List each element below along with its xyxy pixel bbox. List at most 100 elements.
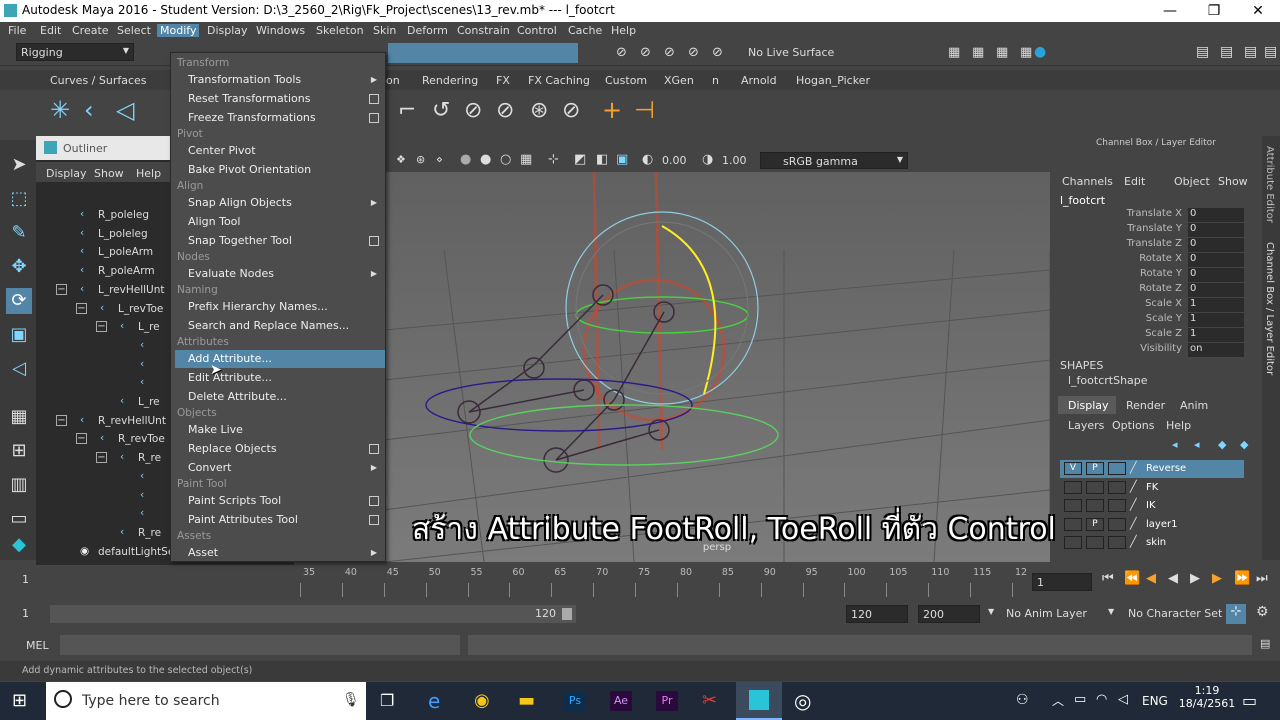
workspace-icon[interactable]: ▤ xyxy=(1196,44,1209,60)
xray-joints-icon[interactable]: ◧ xyxy=(596,152,608,167)
menu-item-snap-align-objects[interactable]: Snap Align Objects ▶ xyxy=(175,194,385,212)
collapse-icon[interactable]: − xyxy=(76,433,87,445)
viewport-3d[interactable]: persp xyxy=(384,150,1050,562)
layer-tab-render[interactable]: Render xyxy=(1126,399,1165,412)
channel-value[interactable]: 1 xyxy=(1188,313,1244,327)
layer-visibility-toggle[interactable] xyxy=(1064,480,1082,494)
gamma-value[interactable]: 1.00 xyxy=(722,154,747,167)
add-influence-icon[interactable]: + xyxy=(602,96,622,124)
option-box-icon[interactable] xyxy=(369,113,379,123)
snap-to-curve-icon[interactable]: ⊘ xyxy=(640,45,651,60)
character-set-label[interactable]: No Character Set xyxy=(1128,607,1222,620)
create-joint-icon[interactable]: ✳ xyxy=(50,96,70,124)
command-input[interactable] xyxy=(60,635,460,655)
shelf-tab-rendering[interactable]: Rendering xyxy=(422,74,478,87)
menu-constrain[interactable]: Constrain xyxy=(457,24,510,37)
attribute-editor-tab[interactable]: Attribute Editor xyxy=(1264,146,1275,223)
menu-select[interactable]: Select xyxy=(117,24,151,37)
menu-skeleton[interactable]: Skeleton xyxy=(316,24,364,37)
preferences-icon[interactable]: ⚙ xyxy=(1256,604,1269,620)
channel-row[interactable]: Rotate Y 0 xyxy=(1052,268,1262,283)
move-layer-down-icon[interactable]: ◂ xyxy=(1194,438,1200,451)
point-constraint-icon[interactable]: ↺ xyxy=(432,98,450,123)
channel-value[interactable]: 0 xyxy=(1188,253,1244,267)
option-box-icon[interactable] xyxy=(369,496,379,506)
shadows-icon[interactable]: ● xyxy=(480,152,491,167)
channel-row[interactable]: Visibility on xyxy=(1052,343,1262,358)
current-frame-field[interactable]: 1 xyxy=(1032,573,1092,591)
maya-home-icon[interactable]: ◆ xyxy=(6,532,32,558)
layout-four-icon[interactable]: ⊞ xyxy=(6,438,32,464)
shelf-tab-n[interactable]: n xyxy=(712,74,719,87)
snap-to-grid-icon[interactable]: ⊘ xyxy=(616,45,627,60)
step-back-frame-icon[interactable]: ◀ xyxy=(1146,571,1156,586)
show-hidden-icons[interactable]: ︿ xyxy=(1052,692,1064,709)
playback-end-field[interactable]: 120 xyxy=(846,605,908,623)
outliner-menu-display[interactable]: Display xyxy=(46,167,87,180)
menu-item-freeze-transformations[interactable]: Freeze Transformations xyxy=(175,109,385,127)
windows-start-icon[interactable]: ⊞ xyxy=(12,690,27,711)
range-slider-bar[interactable]: 120 xyxy=(50,605,576,623)
shelf-tab-curves-surfaces[interactable]: Curves / Surfaces xyxy=(50,74,147,87)
menu-display[interactable]: Display xyxy=(207,24,248,37)
ik-handle-icon[interactable]: ‹ xyxy=(84,96,94,124)
layer-tab-display[interactable]: Display xyxy=(1068,399,1109,412)
channel-box-toggle-icon[interactable]: ▤ xyxy=(1264,44,1277,60)
outliner-menu-help[interactable]: Help xyxy=(136,167,161,180)
shelf-tab-arnold[interactable]: Arnold xyxy=(741,74,777,87)
orient-constraint-icon[interactable]: ⊘ xyxy=(464,98,482,123)
layout-outliner-icon[interactable]: ▭ xyxy=(6,506,32,532)
menu-modify[interactable]: Modify xyxy=(157,24,200,37)
menu-help[interactable]: Help xyxy=(611,24,636,37)
menu-item-align-tool[interactable]: Align Tool xyxy=(175,213,385,231)
edge-icon[interactable]: e xyxy=(428,689,440,713)
menu-item-prefix-hierarchy-names[interactable]: Prefix Hierarchy Names... xyxy=(175,298,385,316)
shelf-tab-fx[interactable]: FX xyxy=(496,74,510,87)
exposure-icon[interactable]: ◐ xyxy=(642,152,653,167)
layout-single-icon[interactable]: ▦ xyxy=(6,404,32,430)
layer-playback-toggle[interactable] xyxy=(1086,480,1104,494)
notifications-icon[interactable]: ▭ xyxy=(1242,691,1257,710)
render-settings-icon[interactable]: ▦ xyxy=(1020,45,1032,60)
gamma-icon[interactable]: ◑ xyxy=(702,152,713,167)
menu-item-add-attribute[interactable]: Add Attribute... xyxy=(175,350,385,368)
last-tool-icon[interactable]: ◁ xyxy=(6,356,32,382)
hypershade-icon[interactable]: ● xyxy=(1034,44,1046,60)
snap-to-surface-icon[interactable]: ⊘ xyxy=(712,45,723,60)
layer-menu-layers[interactable]: Layers xyxy=(1068,419,1104,432)
auto-key-icon[interactable]: ⊹ xyxy=(1226,604,1246,624)
collapse-icon[interactable]: − xyxy=(56,283,67,295)
menu-item-bake-pivot-orientation[interactable]: Bake Pivot Orientation xyxy=(175,161,385,179)
menu-set-dropdown[interactable]: Rigging ▼ xyxy=(16,43,134,61)
step-forward-key-icon[interactable]: ⏩ xyxy=(1234,571,1250,586)
parent-constraint-icon[interactable]: ⌐ xyxy=(398,98,416,123)
outliner-menu-show[interactable]: Show xyxy=(94,167,124,180)
shelf-tab-fx-caching[interactable]: FX Caching xyxy=(528,74,590,87)
xray-icon[interactable]: ◩ xyxy=(574,152,586,167)
premiere-icon[interactable]: Pr xyxy=(656,691,678,711)
channel-value[interactable]: on xyxy=(1188,343,1244,357)
scale-constraint-icon[interactable]: ⊘ xyxy=(496,98,514,123)
menu-skin[interactable]: Skin xyxy=(373,24,396,37)
layer-color-swatch[interactable] xyxy=(1108,480,1126,494)
chevron-down-icon[interactable]: ▼ xyxy=(1108,607,1114,616)
play-backward-icon[interactable]: ◀ xyxy=(1168,571,1178,586)
collapse-icon[interactable]: − xyxy=(96,452,107,464)
layer-color-swatch[interactable] xyxy=(1108,499,1126,512)
maya-taskbar-button[interactable] xyxy=(736,682,782,720)
channel-value[interactable]: 0 xyxy=(1188,208,1244,222)
option-box-icon[interactable] xyxy=(369,515,379,525)
step-forward-frame-icon[interactable]: ▶ xyxy=(1212,571,1222,586)
select-tool-icon[interactable]: ➤ xyxy=(6,152,32,178)
script-editor-icon[interactable]: ▤ xyxy=(1260,637,1270,650)
shelf-tab-animation[interactable]: on xyxy=(386,74,400,87)
anim-layer-label[interactable]: No Anim Layer xyxy=(1006,607,1087,620)
channel-row[interactable]: Translate X 0 xyxy=(1052,208,1262,223)
channel-menu-show[interactable]: Show xyxy=(1218,175,1248,188)
channel-value[interactable]: 0 xyxy=(1188,223,1244,237)
go-to-end-icon[interactable]: ⏭ xyxy=(1256,571,1268,586)
channel-value[interactable]: 1 xyxy=(1188,328,1244,342)
range-handle[interactable] xyxy=(562,608,572,620)
menu-item-transformation-tools[interactable]: Transformation Tools ▶ xyxy=(175,71,385,89)
shelf-tab-custom[interactable]: Custom xyxy=(605,74,647,87)
